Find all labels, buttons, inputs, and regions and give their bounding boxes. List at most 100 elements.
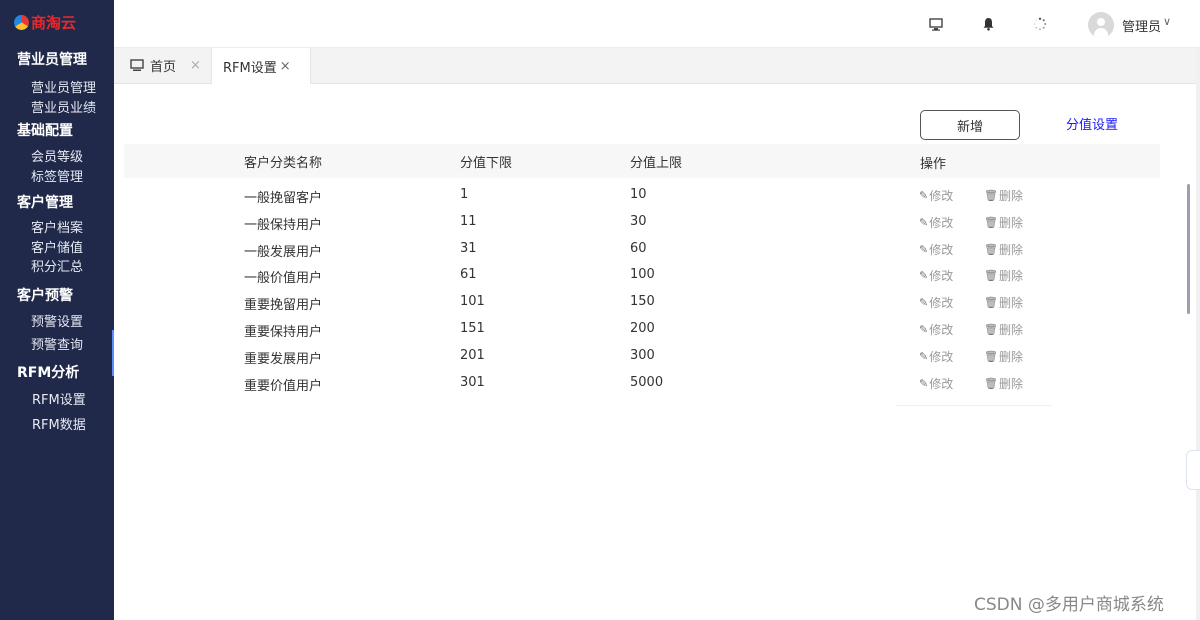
nav-item-member-level[interactable]: 会员等级 bbox=[31, 146, 83, 165]
column-header-min: 分值下限 bbox=[460, 156, 513, 171]
nav-group-basic-config[interactable]: 基础配置 bbox=[17, 120, 73, 140]
avatar-head bbox=[1097, 18, 1105, 26]
delete-action[interactable]: 🗑 删除 bbox=[984, 267, 1023, 284]
nav-group-sales-staff[interactable]: 营业员管理 bbox=[17, 49, 87, 69]
sidebar: 商淘云 营业员管理 营业员管理 营业员业绩 基础配置 会员等级 标签管理 客户管… bbox=[0, 0, 114, 620]
window-edge bbox=[1196, 48, 1200, 620]
nav-item-alert-settings[interactable]: 预警设置 bbox=[31, 311, 83, 330]
edit-action[interactable]: ✎ 修改 bbox=[919, 348, 953, 365]
edit-action[interactable]: ✎ 修改 bbox=[919, 321, 953, 338]
table-header: 客户分类名称 分值下限 分值上限 操作 bbox=[124, 144, 1160, 178]
monitor-icon[interactable] bbox=[928, 16, 944, 32]
main-content: 新增 分值设置 客户分类名称 分值下限 分值上限 操作 一般挽留客户 1 10 ✎ 修改… bbox=[114, 84, 1196, 620]
nav-group-customer-alert[interactable]: 客户预警 bbox=[17, 285, 73, 305]
column-header-max: 分值上限 bbox=[630, 156, 683, 171]
chevron-down-icon[interactable]: ∨ bbox=[1163, 15, 1171, 28]
edit-label: 修改 bbox=[929, 323, 954, 337]
delete-action[interactable]: 🗑 删除 bbox=[984, 294, 1023, 311]
brand-logo[interactable]: 商淘云 bbox=[14, 10, 76, 34]
pencil-icon: ✎ bbox=[919, 215, 929, 229]
delete-label: 删除 bbox=[998, 215, 1023, 230]
delete-action[interactable]: 🗑 删除 bbox=[984, 214, 1023, 231]
floating-side-widget[interactable] bbox=[1186, 450, 1200, 490]
vertical-scrollbar[interactable] bbox=[1187, 184, 1190, 314]
edit-action[interactable]: ✎ 修改 bbox=[919, 214, 953, 231]
cell-score-max: 150 bbox=[630, 294, 655, 310]
edit-action[interactable]: ✎ 修改 bbox=[919, 241, 953, 258]
edit-label: 修改 bbox=[929, 215, 954, 230]
tab-home[interactable]: 首页 × bbox=[114, 48, 210, 83]
edit-label: 修改 bbox=[929, 296, 954, 311]
delete-label: 删除 bbox=[998, 376, 1023, 391]
edit-action[interactable]: ✎ 修改 bbox=[919, 267, 953, 284]
pencil-icon: ✎ bbox=[919, 376, 929, 390]
cell-category-name: 一般发展用户 bbox=[244, 244, 323, 260]
edit-action[interactable]: ✎ 修改 bbox=[919, 294, 953, 311]
nav-item-alert-query[interactable]: 预警查询 bbox=[31, 334, 83, 353]
cell-score-max: 30 bbox=[630, 213, 647, 229]
delete-label: 删除 bbox=[998, 296, 1023, 311]
user-avatar[interactable] bbox=[1088, 12, 1114, 38]
cell-score-min: 61 bbox=[460, 267, 477, 283]
cell-score-min: 101 bbox=[460, 294, 485, 310]
brand-name: 商淘云 bbox=[31, 13, 77, 32]
pencil-icon: ✎ bbox=[919, 189, 929, 202]
cell-score-max: 60 bbox=[630, 240, 647, 256]
edit-action[interactable]: ✎ 修改 bbox=[919, 187, 953, 204]
cell-category-name: 一般保持用户 bbox=[244, 217, 323, 233]
nav-item-rfm-data[interactable]: RFM数据 bbox=[32, 414, 86, 433]
tab-rfm-settings-label: RFM设置 bbox=[223, 60, 277, 76]
delete-action[interactable]: 🗑 删除 bbox=[984, 375, 1023, 392]
nav-group-customer-manage[interactable]: 客户管理 bbox=[17, 192, 73, 212]
nav-item-sales-staff-manage[interactable]: 营业员管理 bbox=[31, 77, 96, 96]
avatar-body bbox=[1094, 28, 1108, 38]
edit-action[interactable]: ✎ 修改 bbox=[919, 375, 953, 392]
trash-icon: 🗑 bbox=[984, 296, 998, 310]
monitor-icon bbox=[130, 59, 144, 71]
delete-action[interactable]: 🗑 删除 bbox=[984, 241, 1023, 258]
pencil-icon: ✎ bbox=[919, 296, 929, 310]
delete-label: 删除 bbox=[998, 349, 1023, 364]
trash-icon: 🗑 bbox=[984, 215, 998, 229]
cell-category-name: 一般挽留客户 bbox=[244, 191, 323, 206]
close-icon[interactable]: × bbox=[190, 58, 201, 73]
nav-item-points-summary[interactable]: 积分汇总 bbox=[31, 256, 83, 275]
edit-label: 修改 bbox=[929, 376, 954, 391]
cell-score-max: 10 bbox=[630, 187, 647, 202]
cell-category-name: 重要发展用户 bbox=[244, 351, 323, 367]
tab-rfm-settings[interactable]: RFM设置 × bbox=[211, 48, 311, 84]
delete-action[interactable]: 🗑 删除 bbox=[984, 348, 1023, 365]
nav-item-sales-staff-performance[interactable]: 营业员业绩 bbox=[31, 97, 96, 116]
add-button[interactable]: 新增 bbox=[920, 110, 1020, 140]
cell-category-name: 重要保持用户 bbox=[244, 325, 323, 340]
nav-group-rfm-analysis[interactable]: RFM分析 bbox=[17, 362, 79, 382]
cell-category-name: 一般价值用户 bbox=[244, 271, 323, 287]
table-row: 重要发展用户 201 300 ✎ 修改 🗑 删除 bbox=[114, 344, 1196, 371]
table-row: 一般发展用户 31 60 ✎ 修改 🗑 删除 bbox=[114, 237, 1196, 264]
cell-score-min: 11 bbox=[460, 213, 477, 229]
loading-spinner-icon[interactable] bbox=[1032, 16, 1048, 32]
score-settings-link[interactable]: 分值设置 bbox=[1066, 114, 1118, 133]
cell-score-max: 5000 bbox=[630, 374, 664, 390]
close-icon[interactable]: × bbox=[280, 59, 291, 74]
pencil-icon: ✎ bbox=[919, 349, 929, 363]
page-tabs: 首页 × RFM设置 × bbox=[114, 48, 1196, 84]
cell-score-max: 300 bbox=[630, 347, 655, 363]
cell-score-max: 100 bbox=[630, 267, 655, 283]
trash-icon: 🗑 bbox=[984, 323, 998, 336]
cell-score-min: 201 bbox=[460, 347, 485, 363]
user-name[interactable]: 管理员 bbox=[1122, 16, 1161, 35]
watermark: CSDN @多用户商城系统 bbox=[974, 595, 1164, 615]
cell-score-min: 151 bbox=[460, 321, 485, 336]
nav-item-customer-profile[interactable]: 客户档案 bbox=[31, 217, 83, 236]
table-row: 重要挽留用户 101 150 ✎ 修改 🗑 删除 bbox=[114, 290, 1196, 317]
delete-action[interactable]: 🗑 删除 bbox=[984, 321, 1023, 338]
nav-item-rfm-settings[interactable]: RFM设置 bbox=[32, 389, 86, 408]
nav-item-customer-deposit[interactable]: 客户储值 bbox=[31, 237, 83, 256]
pencil-icon: ✎ bbox=[919, 269, 929, 283]
delete-action[interactable]: 🗑 删除 bbox=[984, 187, 1023, 204]
bell-icon[interactable] bbox=[980, 16, 996, 32]
nav-item-tag-manage[interactable]: 标签管理 bbox=[31, 166, 83, 185]
table-row: 一般价值用户 61 100 ✎ 修改 🗑 删除 bbox=[114, 263, 1196, 290]
edit-label: 修改 bbox=[929, 269, 954, 284]
